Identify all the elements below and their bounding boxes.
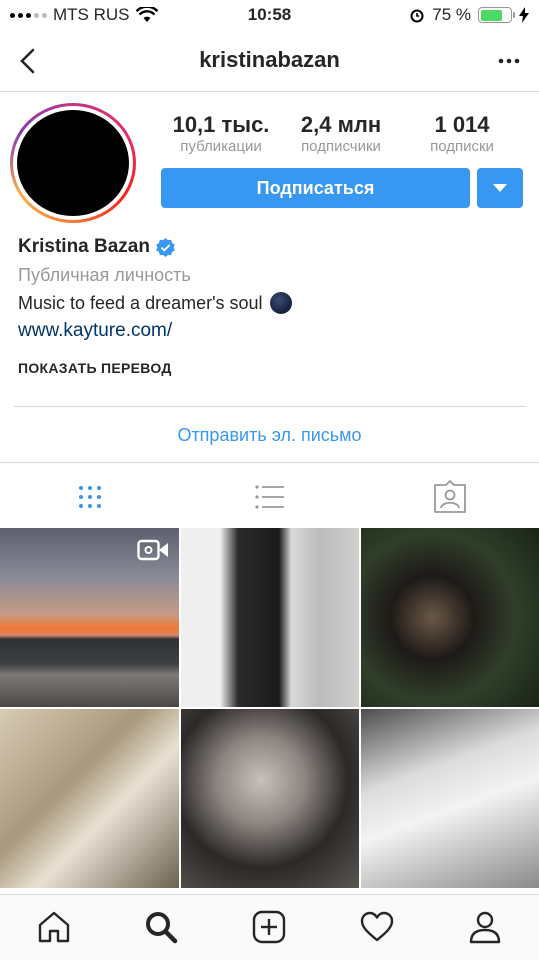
post-thumbnail[interactable] xyxy=(361,709,539,888)
stat-posts[interactable]: 10,1 тыс. публикации xyxy=(166,112,276,156)
post-thumbnail[interactable] xyxy=(0,709,179,888)
email-button[interactable]: Отправить эл. письмо xyxy=(0,425,539,446)
followers-count: 2,4 млн xyxy=(300,112,382,137)
status-bar: MTS RUS 10:58 75 % xyxy=(0,0,539,30)
show-translation-link[interactable]: ПОКАЗАТЬ ПЕРЕВОД xyxy=(18,360,172,376)
profile-header: kristinabazan xyxy=(0,30,539,92)
follow-button[interactable]: Подписаться xyxy=(161,168,470,208)
suggestions-dropdown-button[interactable] xyxy=(477,168,523,208)
posts-count: 10,1 тыс. xyxy=(172,112,270,137)
profile-bio-row: Music to feed a dreamer's soul xyxy=(18,292,292,314)
search-icon[interactable] xyxy=(143,909,179,945)
posts-label: публикации xyxy=(180,138,262,155)
profile-bio: Music to feed a dreamer's soul xyxy=(18,292,263,313)
heart-icon[interactable] xyxy=(359,909,395,945)
video-icon xyxy=(137,539,168,561)
add-post-icon[interactable] xyxy=(251,909,287,945)
avatar xyxy=(17,110,129,216)
profile-website-link[interactable]: www.kayture.com/ xyxy=(18,320,172,342)
grid-icon[interactable] xyxy=(73,480,107,514)
verified-badge-icon xyxy=(156,237,175,257)
list-icon[interactable] xyxy=(253,480,287,514)
home-icon[interactable] xyxy=(36,909,72,945)
username-title: kristinabazan xyxy=(199,47,340,72)
profile-category: Публичная личность xyxy=(18,265,191,285)
profile-name: Kristina Bazan xyxy=(18,236,150,257)
post-thumbnail[interactable] xyxy=(0,528,179,707)
battery-icon xyxy=(478,7,515,23)
profile-tabs xyxy=(0,462,539,529)
stat-following[interactable]: 1 014 подписки xyxy=(412,112,512,156)
tagged-icon[interactable] xyxy=(433,480,467,514)
bottom-navigation xyxy=(0,894,539,960)
profile-name-row: Kristina Bazan xyxy=(18,236,175,258)
post-thumbnail[interactable] xyxy=(181,528,359,707)
following-count: 1 014 xyxy=(434,112,490,137)
more-options-icon[interactable] xyxy=(497,50,521,72)
charging-icon xyxy=(519,7,529,23)
new-moon-emoji-icon xyxy=(269,292,292,314)
followers-label: подписчики xyxy=(301,138,381,155)
profile-icon[interactable] xyxy=(467,909,503,945)
battery-percent: 75 % xyxy=(432,5,471,24)
post-thumbnail[interactable] xyxy=(181,709,359,888)
following-label: подписки xyxy=(430,138,494,155)
alarm-icon xyxy=(410,9,424,23)
post-thumbnail[interactable] xyxy=(361,528,539,707)
stat-followers[interactable]: 2,4 млн подписчики xyxy=(286,112,396,156)
divider xyxy=(13,406,526,407)
story-ring[interactable] xyxy=(10,103,136,223)
battery-fill xyxy=(480,9,503,21)
